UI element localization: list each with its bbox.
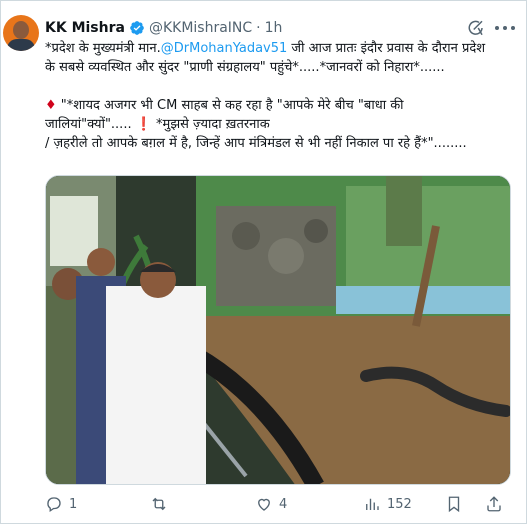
text-span: "*शायद अजगर भी CM साहब से कह रहा है "आपक…	[56, 98, 404, 113]
retweet-button[interactable]	[150, 495, 174, 513]
rock	[304, 219, 328, 243]
red-diamond-icon: ♦	[45, 98, 57, 113]
retweet-icon	[152, 497, 166, 511]
share-button[interactable]	[485, 495, 503, 513]
like-button[interactable]: 4	[255, 495, 287, 513]
views-bar-chart-icon	[366, 498, 379, 510]
tweet-line-2: के सबसे व्यवस्थित और सुंदर "प्राणी संग्र…	[45, 60, 445, 75]
separator-dot: ·	[256, 20, 261, 36]
text-span: जालियां"क्यों".....	[45, 117, 136, 132]
exclamation-icon: ❗	[135, 117, 152, 132]
heart-icon	[258, 498, 270, 511]
more-dot	[503, 26, 507, 30]
more-dot	[495, 26, 499, 30]
author-handle[interactable]: @KKMishraINC	[149, 20, 252, 36]
bookmark-icon	[448, 496, 460, 513]
text-span: जी आज प्रातः इंदौर प्रवास के दौरान प्रदे…	[287, 41, 486, 56]
rock	[268, 238, 304, 274]
mention-link[interactable]: @DrMohanYadav51	[161, 41, 288, 56]
reply-icon	[47, 497, 61, 513]
person-white-kurta	[106, 286, 206, 484]
photo-illustration	[46, 176, 510, 484]
tweet-header: KK Mishra @KKMishraINC · 1h	[45, 18, 282, 38]
action-bar: 1 4 152	[45, 495, 515, 517]
views-button[interactable]: 152	[363, 495, 412, 513]
share-icon	[487, 496, 501, 512]
avatar-body	[7, 39, 35, 51]
grok-icon[interactable]	[467, 19, 485, 37]
text-span: *मुझसे ज़्यादा ख़तरनाक	[151, 117, 270, 132]
reply-count: 1	[69, 496, 78, 512]
tweet-photo[interactable]	[45, 175, 511, 485]
tweet-line-1: *प्रदेश के मुख्यमंत्री मान.@DrMohanYadav…	[45, 39, 515, 58]
mural-tree	[386, 176, 422, 246]
bookmark-button[interactable]	[445, 495, 463, 513]
more-dot	[511, 26, 515, 30]
tweet-time[interactable]: 1h	[265, 20, 283, 36]
text-span: *प्रदेश के मुख्यमंत्री मान.	[45, 41, 161, 56]
views-count: 152	[387, 496, 412, 512]
reply-button[interactable]: 1	[45, 495, 77, 513]
tweet-line-5: / ज़हरीले तो आपके बग़ल में है, जिन्हें आ…	[45, 136, 467, 151]
more-options-icon[interactable]	[495, 19, 515, 37]
tweet-card[interactable]: KK Mishra @KKMishraINC · 1h *प्रदेश के म…	[0, 0, 527, 524]
author-name[interactable]: KK Mishra	[45, 20, 125, 36]
like-count: 4	[279, 496, 288, 512]
avatar[interactable]	[3, 15, 39, 51]
avatar-face	[13, 21, 29, 39]
verified-badge-icon	[130, 21, 144, 35]
tweet-line-4: जालियां"क्यों"..... ❗ *मुझसे ज़्यादा ख़त…	[45, 115, 515, 134]
tweet-text: *प्रदेश के मुख्यमंत्री मान.@DrMohanYadav…	[45, 39, 515, 153]
person-head	[87, 248, 115, 276]
rock	[232, 222, 260, 250]
tweet-line-3: ♦ "*शायद अजगर भी CM साहब से कह रहा है "आ…	[45, 96, 515, 115]
